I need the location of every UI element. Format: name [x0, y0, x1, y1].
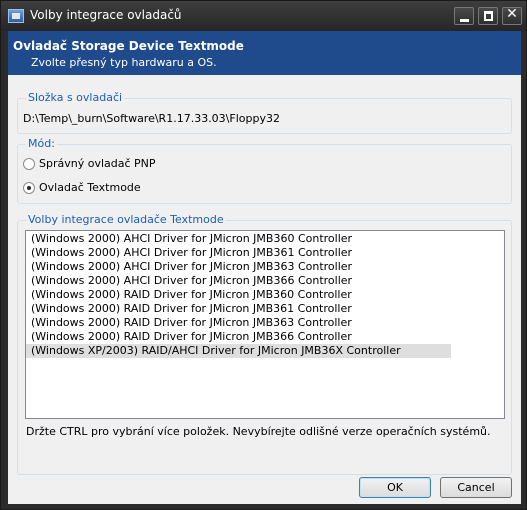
- mode-label: Mód:: [26, 137, 57, 150]
- driver-folder-path: D:\Temp\_burn\Software\R1.17.33.03\Flopp…: [23, 112, 280, 125]
- list-item[interactable]: (Windows 2000) AHCI Driver for JMicron J…: [26, 232, 451, 246]
- close-icon: ✕: [506, 6, 518, 22]
- close-button[interactable]: ✕: [502, 6, 522, 25]
- list-item[interactable]: (Windows 2000) RAID Driver for JMicron J…: [26, 288, 451, 302]
- header-title: Ovladač Storage Device Textmode: [13, 39, 244, 53]
- driver-folder-group: Složka s ovladači D:\Temp\_burn\Software…: [17, 91, 512, 134]
- radio-textmode-indicator[interactable]: [23, 182, 35, 194]
- maximize-button[interactable]: [478, 7, 498, 25]
- list-item[interactable]: (Windows 2000) RAID Driver for JMicron J…: [26, 316, 451, 330]
- mode-group: Mód: Správný ovladač PNP Ovladač Textmod…: [17, 137, 512, 204]
- dialog-window: Volby integrace ovladačů ✕ Ovladač Stora…: [0, 0, 527, 510]
- driver-folder-label: Složka s ovladači: [26, 91, 125, 104]
- list-item-selected[interactable]: (Windows XP/2003) RAID/AHCI Driver for J…: [26, 344, 451, 358]
- dialog-header: Ovladač Storage Device Textmode Zvolte p…: [8, 31, 521, 75]
- cancel-button[interactable]: Cancel: [440, 477, 512, 498]
- textmode-options-label: Volby integrace ovladače Textmode: [26, 213, 226, 226]
- window-title: Volby integrace ovladačů: [30, 8, 182, 22]
- dialog-body: Ovladač Storage Device Textmode Zvolte p…: [8, 31, 521, 504]
- radio-pnp-driver[interactable]: Správný ovladač PNP: [23, 157, 156, 170]
- ok-button[interactable]: OK: [359, 477, 431, 498]
- list-item[interactable]: (Windows 2000) RAID Driver for JMicron J…: [26, 330, 451, 344]
- radio-pnp-label: Správný ovladač PNP: [39, 157, 156, 170]
- list-item[interactable]: (Windows 2000) AHCI Driver for JMicron J…: [26, 274, 451, 288]
- radio-textmode-driver[interactable]: Ovladač Textmode: [23, 181, 141, 194]
- driver-listbox[interactable]: (Windows 2000) AHCI Driver for JMicron J…: [25, 230, 505, 419]
- minimize-icon: [460, 19, 469, 22]
- radio-pnp-indicator[interactable]: [23, 158, 35, 170]
- radio-textmode-label: Ovladač Textmode: [39, 181, 141, 194]
- list-item[interactable]: (Windows 2000) AHCI Driver for JMicron J…: [26, 246, 451, 260]
- window-app-icon: [8, 9, 24, 23]
- textmode-options-group: Volby integrace ovladače Textmode (Windo…: [17, 213, 512, 475]
- selection-hint: Držte CTRL pro vybrání více položek. Nev…: [26, 425, 491, 438]
- list-item[interactable]: (Windows 2000) AHCI Driver for JMicron J…: [26, 260, 451, 274]
- list-item[interactable]: (Windows 2000) RAID Driver for JMicron J…: [26, 302, 451, 316]
- minimize-button[interactable]: [454, 7, 474, 25]
- header-subtitle: Zvolte přesný typ hardwaru a OS.: [31, 56, 217, 69]
- maximize-icon: [484, 11, 493, 21]
- title-bar[interactable]: Volby integrace ovladačů ✕: [1, 1, 526, 31]
